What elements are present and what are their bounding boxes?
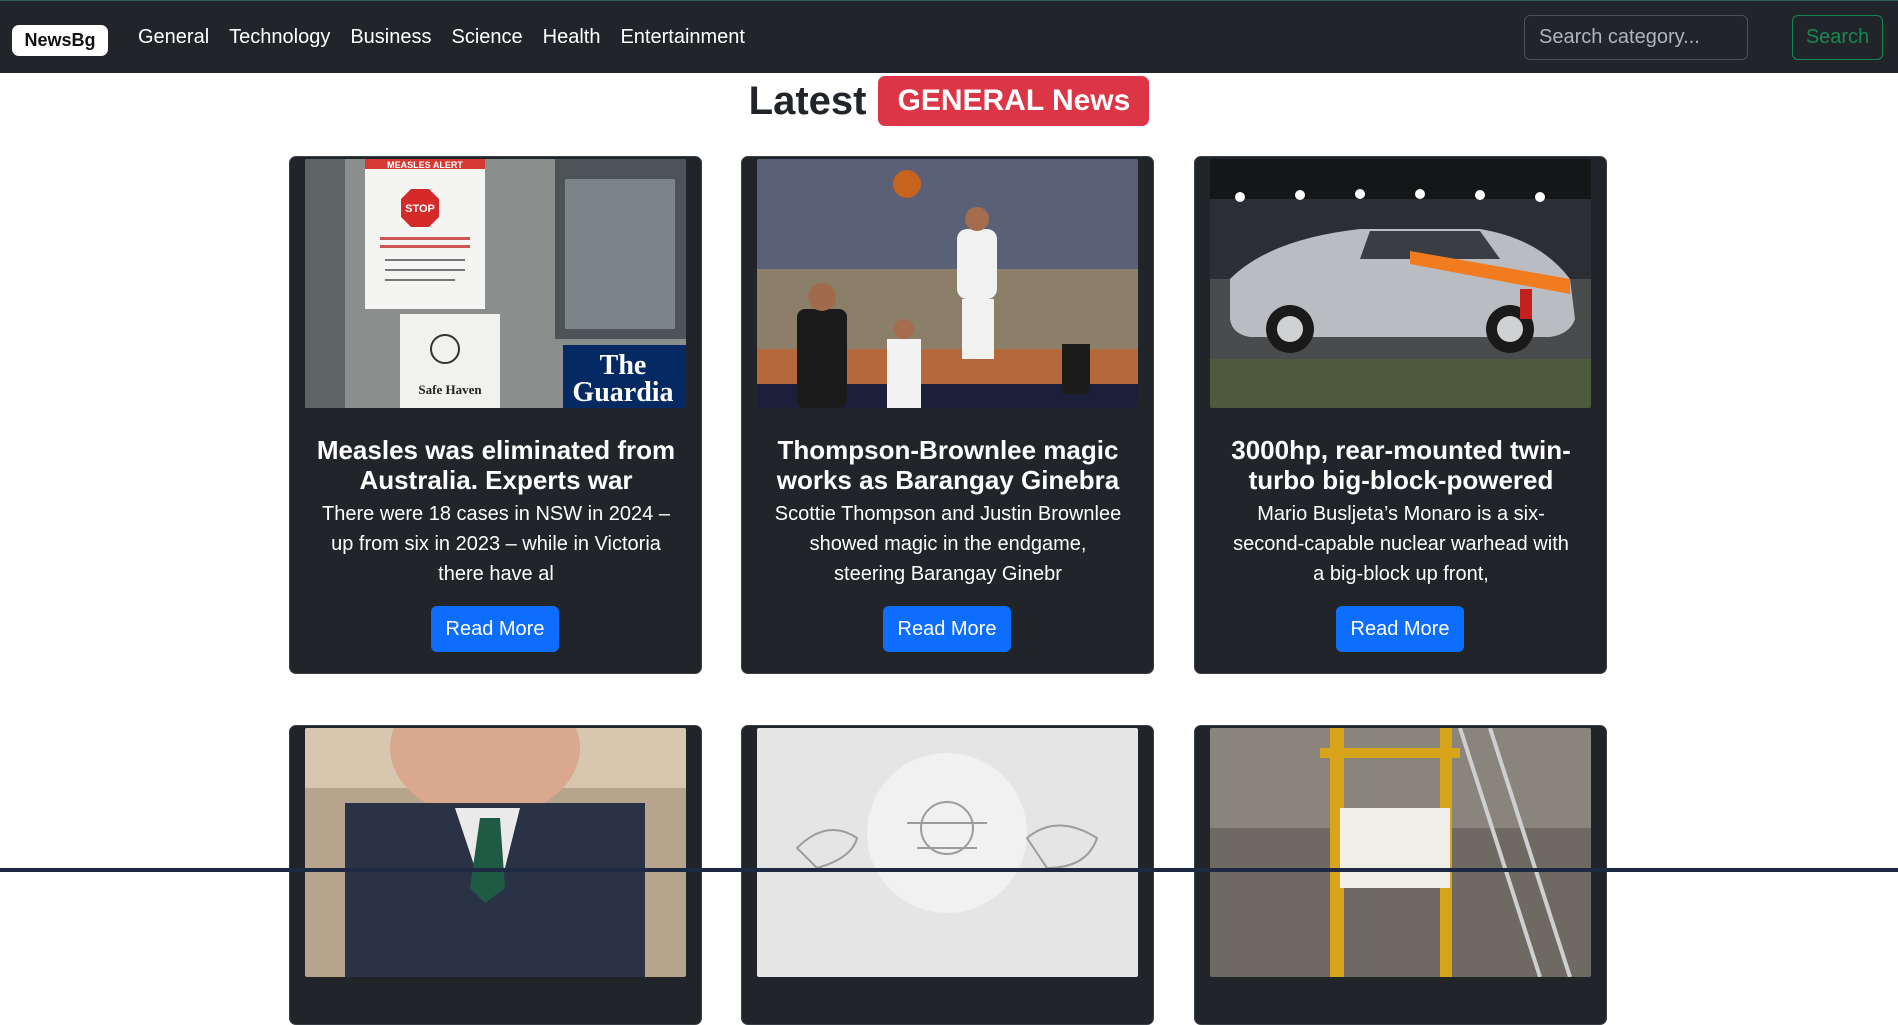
heading-prefix: Latest xyxy=(748,78,867,123)
news-card xyxy=(1194,725,1607,1025)
news-card: 3000hp, rear-mounted twin-turbo big-bloc… xyxy=(1194,156,1607,674)
brand-logo[interactable]: NewsBg xyxy=(12,25,108,56)
nav-link-science[interactable]: Science xyxy=(452,26,523,49)
news-card-image xyxy=(1210,728,1591,977)
sign-alert-text: MEASLES ALERT xyxy=(387,160,463,170)
news-card-image xyxy=(757,159,1138,408)
page-heading: Latest GENERAL News xyxy=(0,74,1898,128)
bottom-edge xyxy=(0,868,1898,872)
news-card-image xyxy=(305,728,686,977)
news-card-image xyxy=(1210,159,1591,408)
news-card: MEASLES ALERT STOP Safe Haven The Guardi… xyxy=(289,156,702,674)
news-card-description: There were 18 cases in NSW in 2024 – up … xyxy=(322,503,670,585)
nav-link-technology[interactable]: Technology xyxy=(229,26,330,49)
nav-link-health[interactable]: Health xyxy=(543,26,601,49)
news-card-title: 3000hp, rear-mounted twin-turbo big-bloc… xyxy=(1231,435,1571,495)
news-card xyxy=(289,725,702,1025)
category-badge: GENERAL News xyxy=(878,76,1150,126)
top-navbar: NewsBg General Technology Business Scien… xyxy=(0,0,1898,73)
sign-haven-text: Safe Haven xyxy=(418,382,482,397)
nav-links: General Technology Business Science Heal… xyxy=(138,1,765,74)
news-card: Thompson-Brownlee magic works as Baranga… xyxy=(741,156,1154,674)
search-button[interactable]: Search xyxy=(1792,15,1883,60)
read-more-button[interactable]: Read More xyxy=(431,606,559,652)
sign-stop-text: STOP xyxy=(405,203,435,215)
search-category-input[interactable] xyxy=(1524,15,1748,60)
read-more-button[interactable]: Read More xyxy=(1336,606,1464,652)
news-card-description: Mario Busljeta’s Monaro is a six-second-… xyxy=(1233,503,1569,585)
news-card-title: Thompson-Brownlee magic works as Baranga… xyxy=(776,435,1120,495)
news-card-description: Scottie Thompson and Justin Brownlee sho… xyxy=(774,503,1122,585)
news-card-image xyxy=(757,728,1138,977)
nav-link-entertainment[interactable]: Entertainment xyxy=(620,26,745,49)
nav-link-business[interactable]: Business xyxy=(350,26,431,49)
read-more-button[interactable]: Read More xyxy=(883,606,1011,652)
news-card-image: MEASLES ALERT STOP Safe Haven The Guardi… xyxy=(305,159,686,408)
overlay-word-2: Guardia xyxy=(572,377,673,408)
news-card-title: Measles was eliminated from Australia. E… xyxy=(316,435,676,495)
news-card xyxy=(741,725,1154,1025)
nav-link-general[interactable]: General xyxy=(138,26,209,49)
